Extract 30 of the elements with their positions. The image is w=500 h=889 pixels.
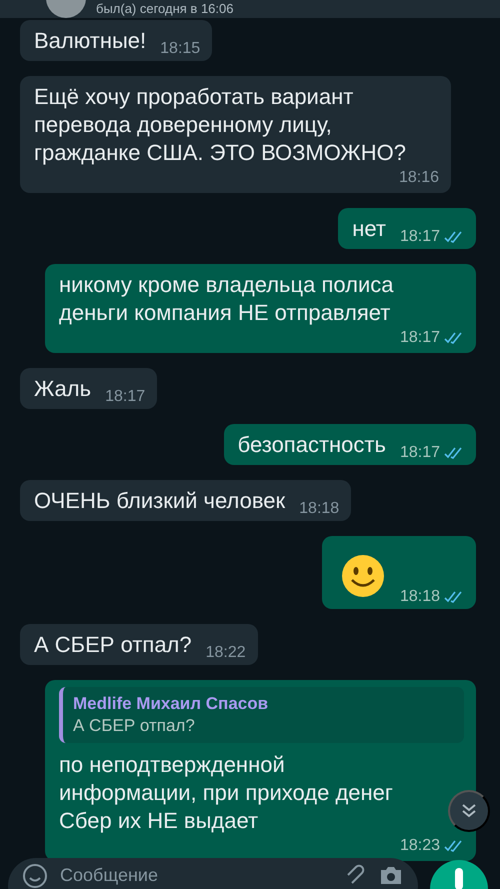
message-time: 18:18: [400, 588, 440, 606]
message-text: безопастность: [238, 431, 386, 459]
scroll-down-button[interactable]: [448, 790, 490, 832]
message-time: 18:17: [400, 329, 440, 347]
message-field[interactable]: Сообщение: [8, 858, 418, 889]
last-seen-text: был(а) сегодня в 16:06: [96, 1, 234, 16]
message-text: нет: [352, 215, 386, 243]
quote-text: А СБЕР отпал?: [73, 715, 196, 737]
smiley-icon[interactable]: [22, 863, 48, 889]
message-time: 18:15: [160, 40, 200, 58]
quoted-message[interactable]: Medlife Михаил Спасов А СБЕР отпал?: [59, 687, 464, 743]
message-text: А СБЕР отпал?: [34, 631, 192, 659]
microphone-icon: [453, 868, 465, 889]
message-text: по неподтвержденной информации, при приходе денег Сбер их НЕ выдает: [59, 751, 393, 835]
message-input[interactable]: Сообщение: [60, 863, 330, 887]
message-time: 18:23: [400, 837, 440, 855]
message-text: Ещё хочу проработать вариант перевода доверенному лицу, гражданке США. ЭТО ВОЗМОЖНО?: [34, 83, 406, 167]
smiley-icon: [340, 553, 386, 599]
message-text: никому кроме владельца полиса деньги компания НЕ отправляет: [59, 271, 394, 327]
message-text: Валютные!: [34, 27, 146, 55]
message-time: 18:18: [299, 500, 340, 518]
message-time: 18:17: [105, 388, 146, 406]
message-time: 18:16: [398, 169, 439, 187]
message-text: ОЧЕНЬ близкий человек: [34, 487, 286, 515]
message-time: 18:17: [400, 444, 440, 462]
double-chevron-icon: [460, 802, 478, 820]
message-text: Жаль: [34, 375, 92, 403]
quote-author: Medlife Михаил Спасов: [73, 693, 270, 715]
message-time: 18:17: [400, 228, 440, 246]
message-time: 18:22: [206, 644, 246, 662]
